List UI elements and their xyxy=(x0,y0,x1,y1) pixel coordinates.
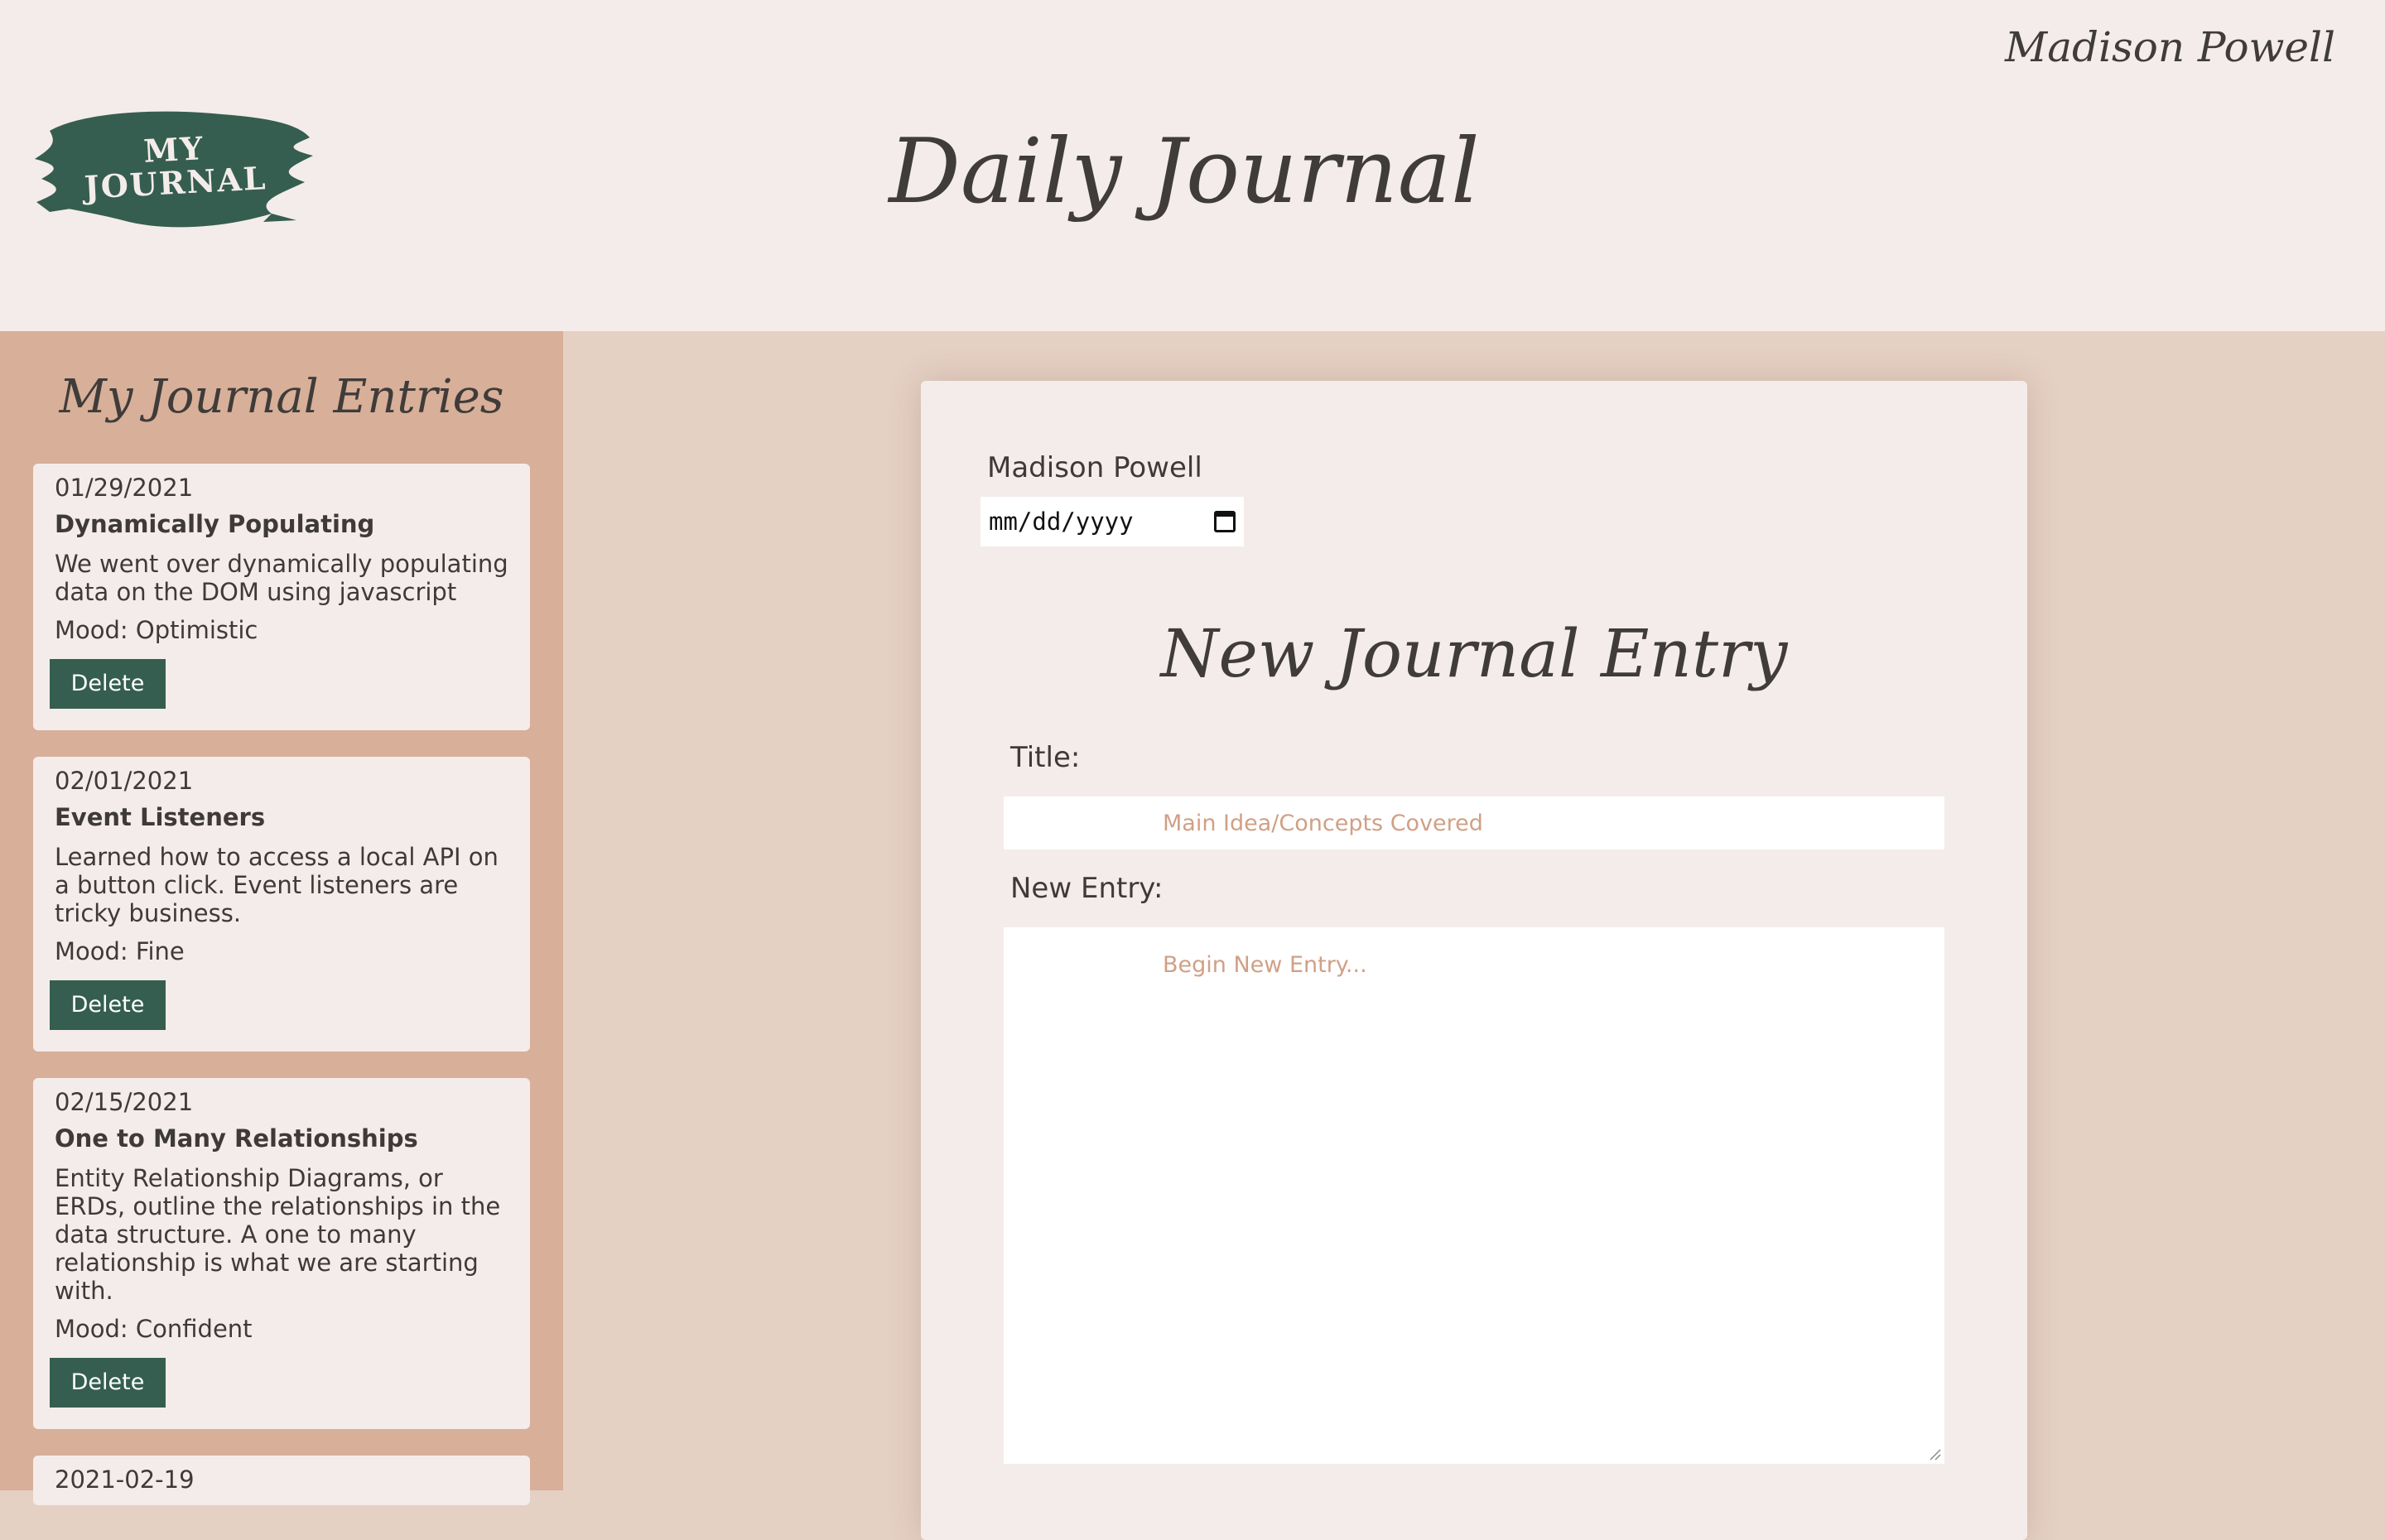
entry-date: 02/15/2021 xyxy=(55,1088,194,1116)
journal-entry-card: 02/01/2021 Event Listeners Learned how t… xyxy=(33,757,530,1052)
entry-body: We went over dynamically populating data… xyxy=(55,550,508,606)
date-placeholder: mm/dd/yyyy xyxy=(989,508,1134,536)
header-user-name: Madison Powell xyxy=(2005,23,2335,71)
logo-line-2: JOURNAL xyxy=(83,159,268,206)
entries-sidebar: My Journal Entries 01/29/2021 Dynamicall… xyxy=(0,331,563,1505)
delete-entry-button[interactable]: Delete xyxy=(50,980,166,1030)
delete-entry-button[interactable]: Delete xyxy=(50,659,166,709)
entry-title: One to Many Relationships xyxy=(55,1124,418,1153)
entry-label: New Entry: xyxy=(1010,872,1164,905)
entry-mood: Mood: Fine xyxy=(55,937,185,965)
journal-logo: MY JOURNAL xyxy=(31,96,318,237)
entry-body: Entity Relationship Diagrams, or ERDs, o… xyxy=(55,1164,501,1305)
main-content: Madison Powell mm/dd/yyyy New Journal En… xyxy=(563,331,2385,1540)
title-label: Title: xyxy=(1010,741,1081,774)
form-title: New Journal Entry xyxy=(1160,615,1788,692)
resize-grip-icon[interactable] xyxy=(1928,1447,1941,1461)
new-entry-form: Madison Powell mm/dd/yyyy New Journal En… xyxy=(921,381,2027,1540)
journal-entry-card: 2021-02-19 xyxy=(33,1456,530,1505)
entry-date: 2021-02-19 xyxy=(55,1465,195,1494)
entry-date: 02/01/2021 xyxy=(55,767,194,795)
entry-date: 01/29/2021 xyxy=(55,474,194,502)
entry-mood: Mood: Optimistic xyxy=(55,616,258,644)
journal-entry-card: 02/15/2021 One to Many Relationships Ent… xyxy=(33,1078,530,1429)
entry-title: Dynamically Populating xyxy=(55,510,375,538)
form-user-name: Madison Powell xyxy=(987,451,1202,484)
delete-entry-button[interactable]: Delete xyxy=(50,1358,166,1408)
sidebar-title: My Journal Entries xyxy=(59,370,504,424)
entry-mood: Mood: Confident xyxy=(55,1315,253,1343)
entry-body: Learned how to access a local API on a b… xyxy=(55,843,499,927)
journal-entry-card: 01/29/2021 Dynamically Populating We wen… xyxy=(33,464,530,730)
entry-title: Event Listeners xyxy=(55,803,266,831)
entry-textarea[interactable] xyxy=(1004,927,1944,1464)
page-header: MY JOURNAL Daily Journal Madison Powell xyxy=(0,0,2385,331)
page-title: Daily Journal xyxy=(889,120,1480,224)
logo-text: MY JOURNAL xyxy=(28,89,321,244)
calendar-icon[interactable] xyxy=(1214,511,1236,532)
title-input[interactable] xyxy=(1004,796,1944,849)
date-picker-input[interactable]: mm/dd/yyyy xyxy=(980,497,1244,546)
